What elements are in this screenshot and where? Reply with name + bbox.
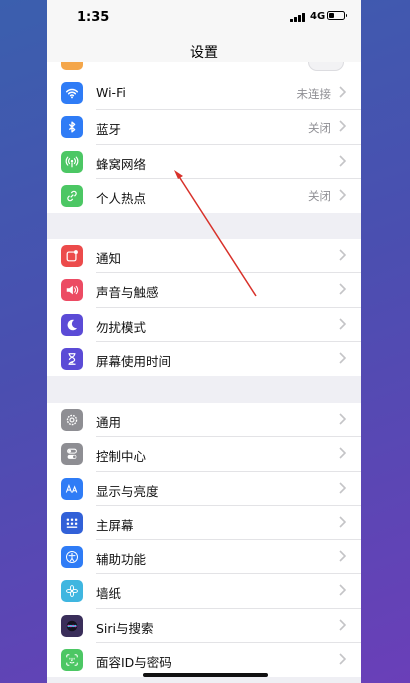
chevron-right-icon [339,413,346,425]
settings-row-screentime[interactable]: 屏幕使用时间 [47,342,361,376]
cellular-icon [61,150,83,173]
settings-group-general: 通用 控制中心 显示与亮度 主屏幕 辅助功能 墙纸 Siri与搜索 面容ID与密… [47,403,361,678]
chevron-right-icon [339,584,346,597]
settings-row-value: 关闭 [308,120,331,135]
settings-row-home-screen[interactable]: 主屏幕 [47,506,361,541]
chevron-right-icon [339,550,346,562]
battery-icon [327,11,347,20]
settings-row-label: 蜂窝网络 [96,156,147,172]
settings-row-display[interactable]: 显示与亮度 [47,472,361,506]
chevron-right-icon [339,619,346,631]
flower-icon [61,580,83,603]
settings-row-accessibility[interactable]: 辅助功能 [47,540,361,575]
chevron-right-icon [339,283,346,295]
chevron-right-icon [339,189,346,201]
settings-row-notifications[interactable]: 通知 [47,239,361,274]
gear-icon [61,409,83,431]
signal-icon [290,13,306,22]
settings-row-label: 辅助功能 [96,552,147,568]
settings-row-label: Siri与搜索 [96,620,154,636]
settings-row-value: 关闭 [308,189,331,204]
chevron-right-icon [339,352,346,364]
siri-icon [61,614,83,637]
settings-row-wifi[interactable]: Wi-Fi 未连接 [47,76,361,111]
hourglass-icon [61,347,83,370]
toggles-icon [61,443,83,466]
settings-row-label: 屏幕使用时间 [96,353,172,369]
chevron-right-icon [339,120,346,132]
text-size-icon [61,477,83,500]
settings-row-label: 通用 [96,415,122,430]
page-title: 设置 [190,45,218,61]
status-time: 1:35 [77,10,110,25]
settings-row-label: 显示与亮度 [96,483,159,499]
settings-row-label: Wi-Fi [96,85,126,100]
network-type: 4G [310,11,326,22]
home-indicator[interactable] [143,673,268,677]
settings-row-dnd[interactable]: 勿扰模式 [47,308,361,342]
settings-row-label: 控制中心 [96,449,147,465]
airplane-mode-icon [61,62,83,70]
chevron-right-icon [339,86,346,98]
hotspot-icon [61,184,83,207]
settings-row-label: 蓝牙 [96,122,122,138]
home-screen-icon [61,511,83,534]
settings-row-label: 声音与触感 [96,285,159,301]
moon-icon [61,313,83,336]
notifications-icon [61,245,83,267]
settings-screen: 1:35 4G 设置 Wi-Fi 未连接 蓝牙 关闭 蜂窝网络 个人热点 关闭 … [47,0,361,683]
settings-row-label: 主屏幕 [96,517,134,533]
airplane-mode-toggle[interactable] [308,62,344,71]
chevron-right-icon [339,318,346,330]
settings-row-label: 面容ID与密码 [96,655,172,671]
settings-group-connectivity: Wi-Fi 未连接 蓝牙 关闭 蜂窝网络 个人热点 关闭 [47,76,361,214]
settings-row-cellular[interactable]: 蜂窝网络 [47,145,361,179]
chevron-right-icon [339,249,346,261]
settings-row-label: 墙纸 [96,586,122,602]
settings-row-siri[interactable]: Siri与搜索 [47,609,361,644]
settings-row-control-center[interactable]: 控制中心 [47,437,361,472]
face-id-icon [61,649,83,672]
chevron-right-icon [339,155,346,167]
chevron-right-icon [339,482,346,494]
settings-group-notifications: 通知 声音与触感 勿扰模式 屏幕使用时间 [47,239,361,377]
chevron-right-icon [339,516,346,528]
settings-row-bluetooth[interactable]: 蓝牙 关闭 [47,110,361,145]
settings-row-label: 通知 [96,251,122,266]
wifi-icon [61,82,83,104]
list-item-partial[interactable] [47,62,361,76]
settings-row-label: 勿扰模式 [96,319,147,335]
settings-row-hotspot[interactable]: 个人热点 关闭 [47,179,361,213]
status-bar: 1:35 4G [47,0,361,34]
settings-row-label: 个人热点 [96,190,147,206]
settings-row-general[interactable]: 通用 [47,403,361,438]
chevron-right-icon [339,447,346,459]
settings-row-sounds[interactable]: 声音与触感 [47,273,361,308]
settings-row-value: 未连接 [296,86,332,101]
settings-row-wallpaper[interactable]: 墙纸 [47,574,361,609]
bluetooth-icon [61,116,83,139]
chevron-right-icon [339,653,346,665]
speaker-icon [61,279,83,302]
accessibility-icon [61,546,83,569]
